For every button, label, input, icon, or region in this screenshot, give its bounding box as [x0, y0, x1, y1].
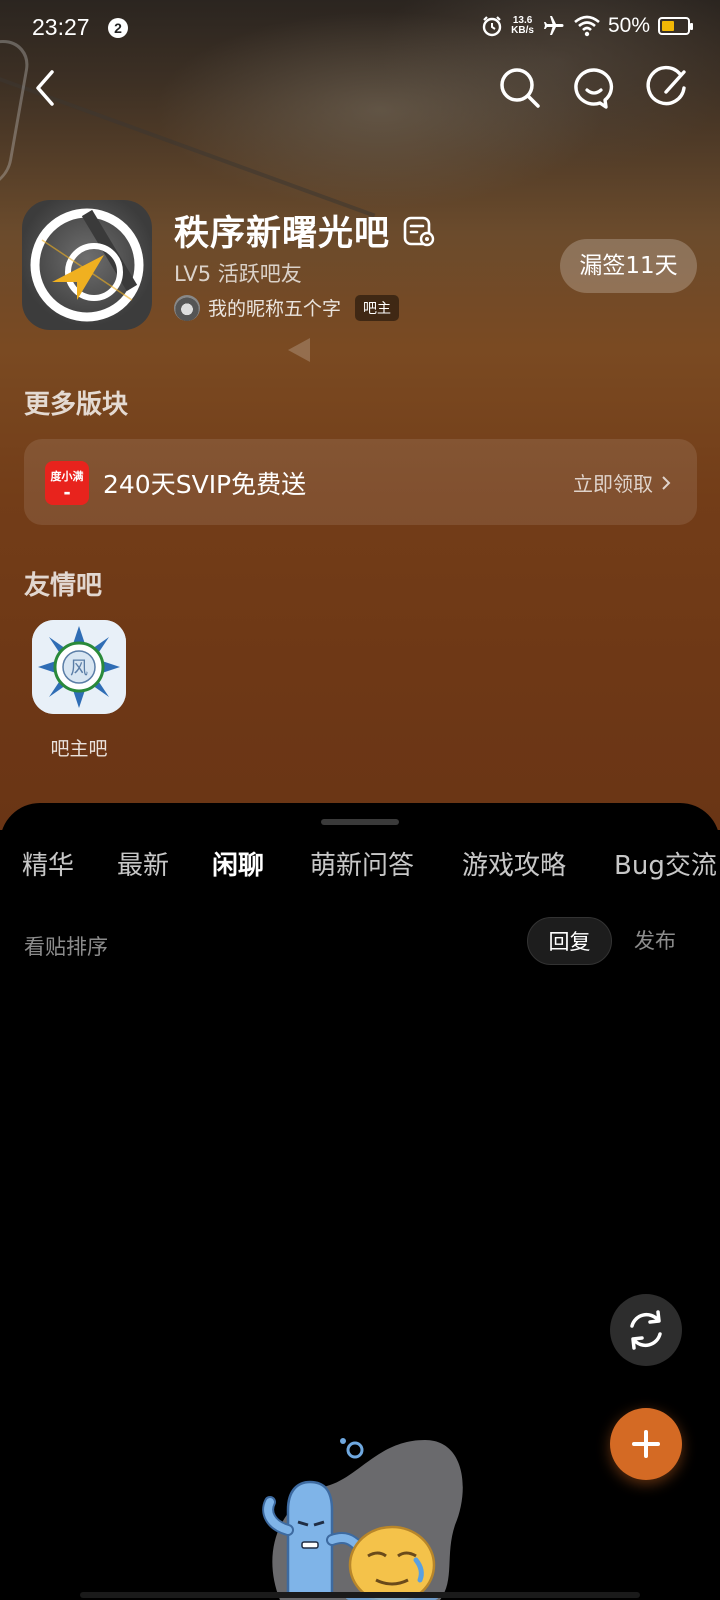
promo-text: 240天SVIP免费送: [103, 470, 307, 499]
battery-icon: [658, 17, 693, 35]
tab-label: 精华: [22, 851, 75, 881]
tab-label: 萌新问答: [310, 851, 415, 881]
friend-bar-item[interactable]: 风 吧主吧: [32, 620, 126, 761]
sort-label: 看贴排序: [24, 935, 108, 959]
forum-owner-row[interactable]: 我的昵称五个字 吧主: [174, 294, 400, 321]
friend-bars-title: 友情吧: [24, 571, 103, 601]
promo-logo-text: 度小满: [50, 470, 84, 483]
net-speed: 13.6 KB/s: [511, 16, 534, 36]
forum-level: LV5 活跃吧友: [174, 262, 302, 286]
svg-text:风: 风: [70, 658, 88, 679]
status-time: 23:27: [32, 14, 90, 40]
refresh-icon: [630, 1310, 662, 1350]
tab-label: 游戏攻略: [462, 851, 567, 881]
sheet-drag-handle[interactable]: [321, 819, 399, 825]
promo-action-label: 立即领取: [573, 472, 653, 496]
owner-name: 我的昵称五个字: [208, 298, 342, 320]
background-play-mark: [288, 338, 310, 362]
owner-badge: 吧主: [355, 294, 400, 321]
friend-bar-avatar: 风: [32, 620, 126, 714]
wifi-icon: [574, 15, 600, 37]
forum-info-icon[interactable]: [402, 214, 436, 248]
airplane-icon: [543, 16, 564, 35]
forum-logo-icon: [30, 208, 144, 322]
sort-by-publish-button[interactable]: 发布: [622, 917, 688, 965]
promo-card[interactable]: 度小满 ▬ 240天SVIP免费送 立即领取: [24, 439, 697, 525]
chat-icon[interactable]: [570, 64, 618, 112]
back-icon[interactable]: [28, 66, 68, 110]
forum-title-row: 秩序新曙光吧: [174, 205, 436, 256]
tab-bug-exchange[interactable]: Bug交流: [614, 845, 717, 882]
more-sections-title: 更多版块: [24, 390, 129, 420]
tab-label: 闲聊: [212, 851, 265, 881]
forum-avatar[interactable]: [22, 200, 152, 330]
plus-icon: [632, 1430, 660, 1458]
battery-percent: 50%: [607, 14, 650, 37]
forum-title: 秩序新曙光吧: [174, 214, 391, 254]
tab-latest[interactable]: 最新: [117, 845, 169, 882]
chevron-right-icon: [662, 475, 671, 490]
alarm-icon: [482, 16, 502, 37]
sign-in-button[interactable]: 漏签11天: [560, 239, 697, 293]
home-indicator[interactable]: [80, 1592, 640, 1598]
friend-bar-name: 吧主吧: [50, 738, 108, 760]
tab-game-guides[interactable]: 游戏攻略: [462, 845, 566, 882]
friend-bar-logo-icon: 风: [32, 620, 126, 714]
new-post-button[interactable]: [610, 1408, 682, 1480]
empty-state-illustration: [262, 1438, 463, 1600]
tab-newbie-qa[interactable]: 萌新问答: [310, 845, 414, 882]
net-speed-unit: KB/s: [511, 25, 534, 36]
notification-count-badge: 2: [108, 18, 128, 38]
status-right: 13.6 KB/s 50%: [481, 14, 693, 38]
category-tabs: 精华 最新 闲聊 萌新问答 游戏攻略 Bug交流: [0, 845, 720, 895]
tab-chat[interactable]: 闲聊: [211, 845, 265, 883]
battery-fill: [662, 21, 674, 31]
tab-label: Bug交流: [614, 851, 717, 881]
status-bar: 23:27 2 13.6 KB/s 50%: [0, 0, 720, 60]
tab-label: 最新: [117, 851, 170, 881]
edit-icon[interactable]: [644, 64, 692, 112]
refresh-button[interactable]: [610, 1294, 682, 1366]
owner-avatar: [174, 294, 200, 321]
promo-action[interactable]: 立即领取: [573, 468, 671, 497]
promo-logo-mark: ▬: [63, 489, 71, 497]
promo-logo: 度小满 ▬: [45, 461, 89, 505]
tab-featured[interactable]: 精华: [22, 845, 74, 882]
search-icon[interactable]: [496, 64, 544, 112]
top-nav: [0, 60, 720, 120]
sort-by-reply-button[interactable]: 回复: [527, 917, 612, 965]
